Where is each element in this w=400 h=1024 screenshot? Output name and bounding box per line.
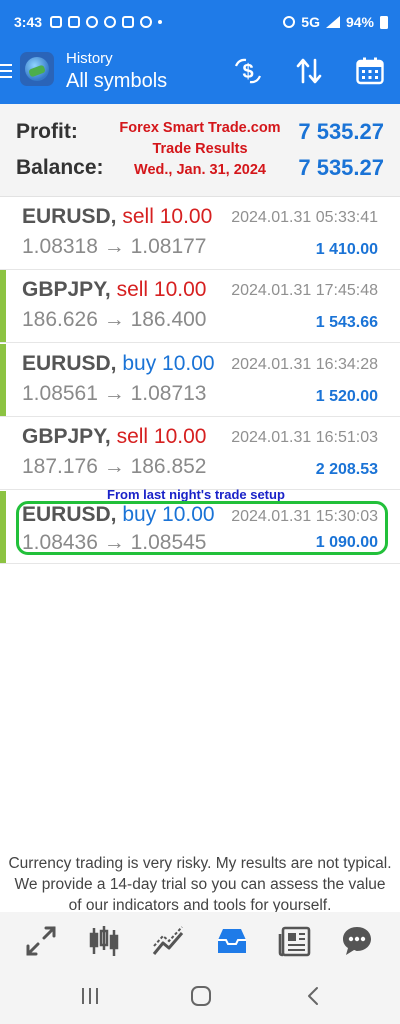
- settings-notification-icon: [122, 16, 135, 28]
- app-notification-icon: [86, 16, 99, 28]
- back-icon[interactable]: [304, 986, 324, 1006]
- trade-prices: 186.626 → 186.400: [22, 308, 207, 331]
- balance-label: Balance:: [16, 156, 104, 179]
- trade-prices: 1.08561 → 1.08713: [22, 382, 207, 405]
- trade-symbol: GBPJPY,: [22, 425, 111, 448]
- overlay-date: Wed., Jan. 31, 2024: [134, 162, 266, 178]
- signal-icon: [325, 16, 340, 28]
- trade-profit: 1 543.66: [315, 314, 378, 331]
- trade-datetime: 2024.01.31 17:45:48: [231, 282, 378, 299]
- calendar-icon[interactable]: [355, 56, 385, 86]
- trade-prices: 1.08318 → 1.08177: [22, 235, 207, 258]
- overlay-site: Forex Smart Trade.com: [119, 120, 281, 136]
- account-summary: Profit: 7 535.27 Balance: 7 535.27 Forex…: [0, 104, 400, 197]
- news-icon[interactable]: [278, 924, 312, 958]
- profit-label: Profit:: [16, 120, 78, 143]
- battery-icon: [380, 16, 388, 29]
- trade-profit: 1 520.00: [315, 388, 378, 405]
- profit-indicator: [0, 344, 6, 416]
- page-subtitle: History: [66, 50, 113, 67]
- trade-datetime: 2024.01.31 16:51:03: [231, 429, 378, 446]
- trade-symbol: GBPJPY,: [22, 278, 111, 301]
- wifi-calling-icon: [140, 16, 153, 28]
- notification-icons: [50, 16, 163, 28]
- disclaimer-text: Currency trading is very risky. My resul…: [8, 855, 392, 914]
- trade-title: GBPJPY, sell 10.00: [22, 425, 206, 449]
- trade-row[interactable]: EURUSD, sell 10.00 1.08318 → 1.08177 202…: [0, 197, 400, 270]
- home-icon[interactable]: [190, 985, 212, 1007]
- trade-datetime: 2024.01.31 16:34:28: [231, 356, 378, 373]
- send-icon: [50, 16, 63, 28]
- app-notification-icon-2: [104, 16, 117, 28]
- trade-datetime: 2024.01.31 05:33:41: [231, 209, 378, 226]
- chat-icon[interactable]: [340, 924, 374, 958]
- menu-icon[interactable]: [0, 60, 14, 88]
- more-notifications-icon: [158, 20, 163, 24]
- trade-profit: 2 208.53: [315, 461, 378, 478]
- trade-action: sell 10.00: [122, 205, 213, 228]
- trade-prices: 187.176 → 186.852: [22, 455, 207, 478]
- profit-value: 7 535.27: [298, 119, 384, 144]
- profit-indicator: [0, 491, 6, 563]
- alarm-icon: [283, 16, 296, 28]
- trade-action: sell 10.00: [116, 278, 207, 301]
- battery-label: 94%: [345, 14, 374, 30]
- status-right: 5G 94%: [283, 14, 388, 30]
- balance-value: 7 535.27: [298, 155, 384, 180]
- overlay-caption: Trade Results: [152, 141, 248, 157]
- system-nav: [0, 968, 400, 1024]
- bottom-nav: [0, 912, 400, 968]
- candles-icon[interactable]: [87, 924, 121, 958]
- message-icon: [68, 16, 81, 28]
- app-logo: [20, 52, 54, 86]
- trade-row[interactable]: GBPJPY, sell 10.00 187.176 → 186.852 202…: [0, 417, 400, 490]
- trade-profit: 1 410.00: [315, 241, 378, 258]
- trade-symbol: EURUSD,: [22, 352, 117, 375]
- highlight-box: [16, 501, 388, 555]
- trade-action: sell 10.00: [116, 425, 207, 448]
- trade-icon[interactable]: [24, 924, 58, 958]
- history-icon[interactable]: [215, 924, 249, 958]
- trade-annotation: From last night's trade setup: [107, 487, 285, 502]
- recent-apps-icon[interactable]: [80, 986, 100, 1006]
- symbol-filter-title[interactable]: All symbols: [66, 70, 167, 93]
- trade-row[interactable]: EURUSD, buy 10.00 1.08561 → 1.08713 2024…: [0, 344, 400, 417]
- profit-indicator: [0, 270, 6, 342]
- svg-text:$: $: [242, 61, 253, 83]
- trade-action: buy 10.00: [122, 352, 215, 375]
- trade-title: EURUSD, sell 10.00: [22, 205, 212, 229]
- currency-swap-icon[interactable]: $: [233, 56, 263, 86]
- trade-title: EURUSD, buy 10.00: [22, 352, 215, 376]
- trade-row[interactable]: GBPJPY, sell 10.00 186.626 → 186.400 202…: [0, 270, 400, 343]
- sort-icon[interactable]: [294, 56, 324, 86]
- trade-title: GBPJPY, sell 10.00: [22, 278, 206, 302]
- chart-icon[interactable]: [151, 924, 185, 958]
- app-bar: History All symbols $: [0, 44, 400, 104]
- trade-symbol: EURUSD,: [22, 205, 117, 228]
- status-bar: 3:43 5G 94%: [0, 0, 400, 44]
- status-time: 3:43: [14, 14, 43, 30]
- network-label: 5G: [301, 14, 320, 30]
